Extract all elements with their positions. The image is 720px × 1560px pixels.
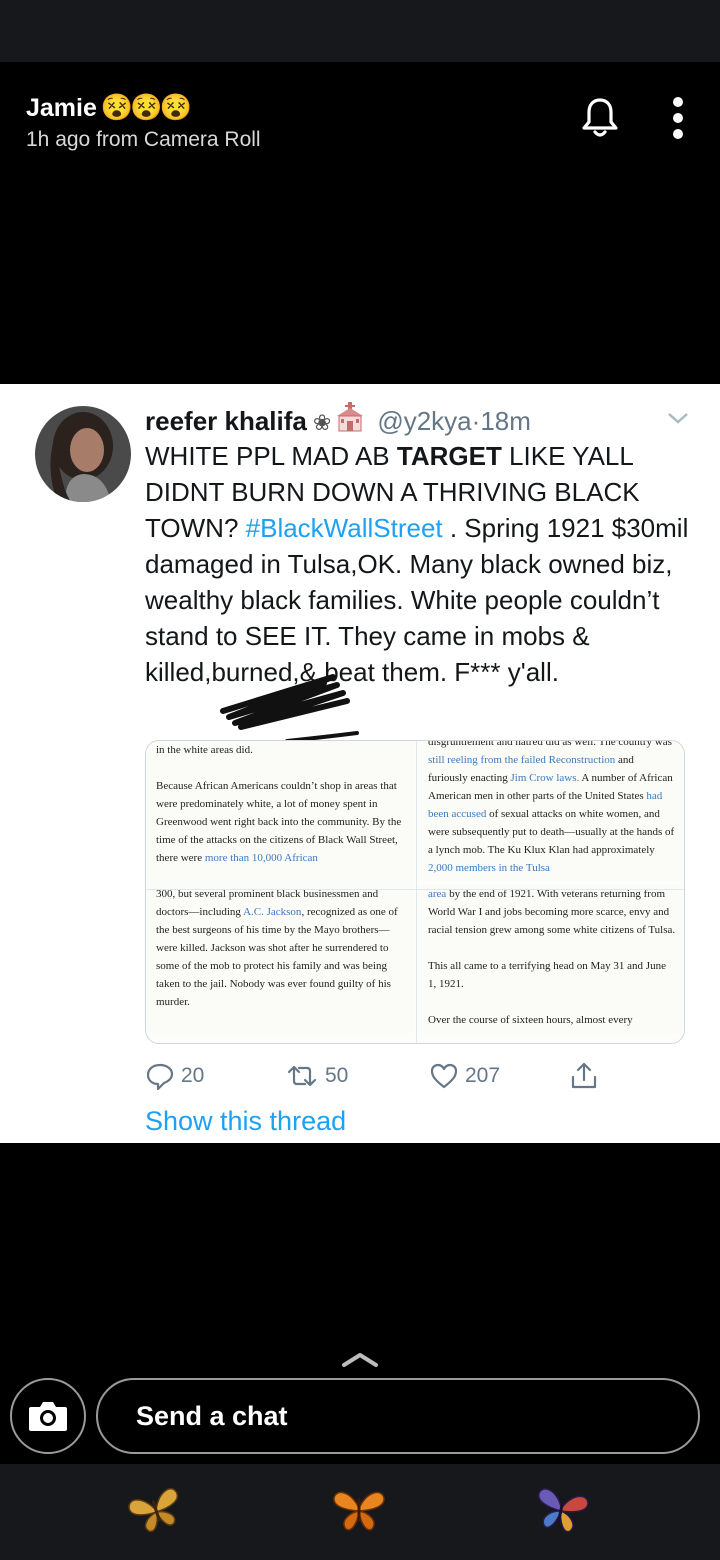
tweet-actions: 20 50 207	[145, 1060, 705, 1092]
tweet-screenshot: reefer khalifa ❀ @y2kya·18m WHITE PPL MAD …	[0, 384, 720, 1143]
page-link: 2,000 members in the Tulsa	[428, 862, 550, 874]
book-page-1: in the white areas did. Because African …	[146, 741, 414, 889]
tweet-text-bold: TARGET	[396, 441, 502, 471]
heart-icon	[430, 1063, 458, 1089]
book-page-2: disgruntlement and hatred did as well. T…	[418, 740, 684, 881]
like-button[interactable]: 207	[429, 1060, 500, 1092]
page-text: by the end of 1921. With veterans return…	[428, 888, 676, 936]
butterfly-orange-icon[interactable]	[330, 1486, 388, 1534]
sender-emojis: 😵😵😵	[100, 92, 192, 122]
page-link: Jim Crow laws.	[510, 772, 580, 784]
story-timestamp: 1h ago from Camera Roll	[26, 128, 261, 151]
reply-icon	[146, 1063, 174, 1091]
separator-dot: ·	[471, 406, 481, 436]
tweet-header: reefer khalifa ❀ @y2kya·18m	[145, 402, 531, 439]
retweet-button[interactable]: 50	[285, 1060, 348, 1092]
show-thread-link[interactable]: Show this thread	[145, 1106, 346, 1137]
tweet-text-part1: WHITE PPL MAD AB	[145, 441, 397, 471]
page-link: still reeling from the failed Reconstruc…	[428, 754, 616, 766]
page-link: more than 10,000 African	[204, 852, 318, 864]
chat-placeholder: Send a chat	[136, 1401, 288, 1431]
share-icon	[571, 1062, 597, 1089]
page-paragraph: in the white areas did.	[156, 744, 253, 756]
chevron-up-icon[interactable]	[340, 1350, 380, 1368]
reply-button[interactable]: 20	[145, 1060, 204, 1092]
book-page-3: 300, but several prominent black busines…	[146, 885, 414, 1033]
share-button[interactable]	[569, 1060, 605, 1092]
avatar	[35, 406, 131, 502]
reply-count: 20	[181, 1064, 205, 1087]
more-vertical-icon[interactable]	[660, 94, 696, 142]
tweet-media-grid[interactable]: in the white areas did. Because African …	[145, 740, 685, 1044]
page-link: A.C. Jackson	[243, 906, 302, 918]
retweet-count: 50	[325, 1064, 349, 1087]
page-paragraph: This all came to a terrifying head on Ma…	[428, 960, 666, 990]
camera-button[interactable]	[10, 1378, 86, 1454]
wedding-chapel-icon	[333, 402, 367, 439]
tweet-display-name[interactable]: reefer khalifa	[145, 406, 307, 436]
like-count: 207	[465, 1064, 501, 1087]
media-divider-vertical	[416, 741, 417, 1043]
send-chat-input[interactable]: Send a chat	[96, 1378, 700, 1454]
bottom-bar	[0, 1464, 720, 1560]
butterfly-purple-icon[interactable]	[532, 1486, 590, 1534]
page-paragraph: disgruntlement and hatred did as well. T…	[428, 740, 676, 877]
page-text: disgruntlement and hatred did as well. T…	[428, 740, 672, 748]
tweet-handle[interactable]: @y2kya	[377, 406, 471, 436]
page-text: , recognized as one of the best surgeons…	[156, 906, 398, 1008]
camera-icon	[29, 1402, 67, 1431]
book-page-4: area by the end of 1921. With veterans r…	[418, 885, 684, 1033]
page-paragraph: 300, but several prominent black busines…	[156, 885, 404, 1011]
retweet-icon	[287, 1065, 317, 1087]
butterfly-yellow-icon[interactable]	[127, 1486, 185, 1534]
chevron-down-icon[interactable]	[664, 408, 692, 428]
hashtag-link[interactable]: #BlackWallStreet	[246, 513, 443, 543]
flower-icon: ❀	[312, 410, 332, 435]
page-paragraph: area by the end of 1921. With veterans r…	[428, 885, 676, 939]
tweet-text: WHITE PPL MAD AB TARGET LIKE YALL DIDNT …	[145, 438, 705, 690]
story-header: Jamie 😵😵😵 1h ago from Camera Roll	[0, 62, 720, 172]
bell-icon[interactable]	[576, 94, 624, 142]
status-bar	[0, 0, 720, 62]
sender-name-text: Jamie	[26, 94, 97, 122]
page-paragraph: Because African Americans couldn’t shop …	[156, 777, 404, 867]
media-divider-horizontal	[146, 889, 684, 890]
page-paragraph: Over the course of sixteen hours, almost…	[428, 1014, 633, 1026]
scribble-marks	[220, 674, 359, 743]
tweet-time: 18m	[480, 406, 531, 436]
sender-name[interactable]: Jamie 😵😵😵	[26, 92, 192, 123]
